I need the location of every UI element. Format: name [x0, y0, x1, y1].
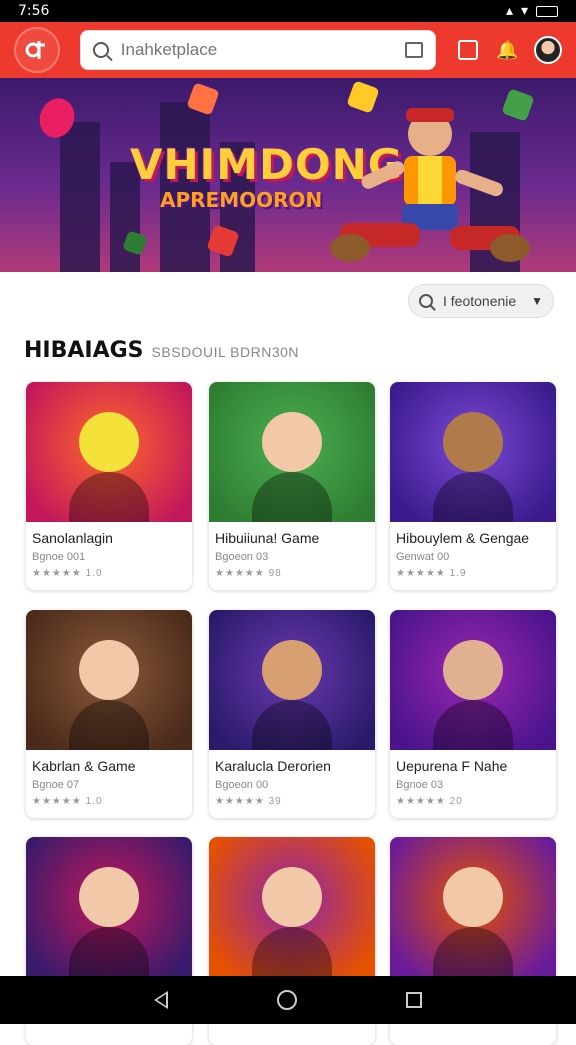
game-character-body	[252, 472, 332, 522]
game-character-icon	[262, 867, 322, 927]
game-character-icon	[79, 412, 139, 472]
game-thumbnail	[26, 382, 192, 522]
game-character-body	[69, 472, 149, 522]
game-character-icon	[79, 867, 139, 927]
game-thumbnail	[209, 610, 375, 750]
filter-search-icon	[419, 294, 433, 308]
game-title: Kabrlan & Game	[32, 758, 136, 774]
game-character-body	[69, 927, 149, 977]
top-actions: 🔔	[458, 36, 562, 64]
section-title: HIBAIAGS	[24, 338, 144, 363]
back-icon[interactable]	[154, 991, 169, 1009]
game-card[interactable]: Karalucla Derorien Bgoeon 00 ★★★★★ 39	[209, 610, 375, 818]
chevron-down-icon: ▼	[531, 294, 543, 308]
app-bar: 🔔	[0, 22, 576, 78]
game-card[interactable]: Uepurena F Nahe Bgnoe 03 ★★★★★ 20	[390, 610, 556, 818]
image-search-icon[interactable]	[405, 42, 423, 58]
game-character-icon	[443, 640, 503, 700]
game-rating: ★★★★★ 1.0	[32, 796, 103, 807]
sort-filter-dropdown[interactable]: I feotonenie ▼	[408, 284, 554, 318]
game-rating: ★★★★★ 39	[215, 796, 282, 807]
game-meta: Genwat 00	[396, 551, 450, 563]
game-meta: Bgnoe 001	[32, 551, 86, 563]
battery-icon	[536, 5, 558, 17]
search-bar[interactable]	[79, 30, 436, 70]
game-rating: ★★★★★ 98	[215, 568, 282, 579]
game-card[interactable]: Hibouylem & Gengae Genwat 00 ★★★★★ 1.9	[390, 382, 556, 590]
game-title: Sanolanlagin	[32, 530, 113, 546]
game-character-body	[252, 700, 332, 750]
game-rating: ★★★★★ 20	[396, 796, 463, 807]
game-thumbnail	[390, 837, 556, 977]
home-icon[interactable]	[276, 990, 297, 1010]
game-thumbnail	[209, 382, 375, 522]
status-bar: 7:56 ▴ ▾	[0, 0, 576, 22]
status-time: 7:56	[18, 3, 50, 19]
search-icon	[92, 42, 109, 58]
banner-building	[60, 122, 100, 272]
avatar[interactable]	[534, 36, 562, 64]
game-character-icon	[262, 640, 322, 700]
game-title: Karalucla Derorien	[215, 758, 331, 774]
game-character-body	[433, 700, 513, 750]
game-card[interactable]: Sanolanlagin Bgnoe 001 ★★★★★ 1.0	[26, 382, 192, 590]
game-meta: Bgnoe 03	[396, 779, 444, 791]
game-rating: ★★★★★ 1.0	[32, 568, 103, 579]
game-character-icon	[79, 640, 139, 700]
banner-subtitle: APREMOORON	[160, 188, 323, 212]
game-card[interactable]: Hibuiiuna! Game Bgoeon 03 ★★★★★ 98	[209, 382, 375, 590]
game-character-body	[433, 472, 513, 522]
game-title: Uepurena F Nahe	[396, 758, 508, 774]
banner-hero-character	[330, 108, 530, 262]
game-rating: ★★★★★ 1.9	[396, 568, 467, 579]
game-title: Hibouylem & Gengae	[396, 530, 530, 546]
game-character-icon	[262, 412, 322, 472]
game-character-icon	[443, 412, 503, 472]
game-character-icon	[443, 867, 503, 927]
promo-banner[interactable]: VHIMDONG APREMOORON	[0, 78, 576, 272]
cart-icon[interactable]	[458, 40, 478, 60]
game-thumbnail	[390, 610, 556, 750]
section-header: HIBAIAGS SBSDOUIL BDRN30N	[24, 338, 299, 363]
game-character-body	[433, 927, 513, 977]
system-nav-bar	[0, 976, 576, 1024]
section-subtitle: SBSDOUIL BDRN30N	[151, 344, 300, 360]
game-character-body	[69, 700, 149, 750]
game-thumbnail	[26, 837, 192, 977]
wifi-icon: ▾	[520, 3, 528, 19]
game-thumbnail	[26, 610, 192, 750]
filter-label: I feotonenie	[443, 293, 517, 309]
game-title: Hibuiiuna! Game	[215, 530, 320, 546]
app-logo[interactable]	[14, 27, 60, 73]
game-card[interactable]: Kabrlan & Game Bgnoe 07 ★★★★★ 1.0	[26, 610, 192, 818]
logo-mark-icon	[25, 41, 45, 59]
signal-icon: ▴	[505, 3, 513, 19]
game-thumbnail	[390, 382, 556, 522]
recent-apps-icon[interactable]	[405, 992, 422, 1008]
status-icons: ▴ ▾	[506, 3, 558, 19]
notification-icon[interactable]: 🔔	[496, 40, 518, 60]
game-meta: Bgnoe 07	[32, 779, 80, 791]
search-input[interactable]	[120, 40, 405, 60]
game-thumbnail	[209, 837, 375, 977]
game-meta: Bgoeon 00	[215, 779, 269, 791]
game-meta: Bgoeon 03	[215, 551, 269, 563]
game-character-body	[252, 927, 332, 977]
